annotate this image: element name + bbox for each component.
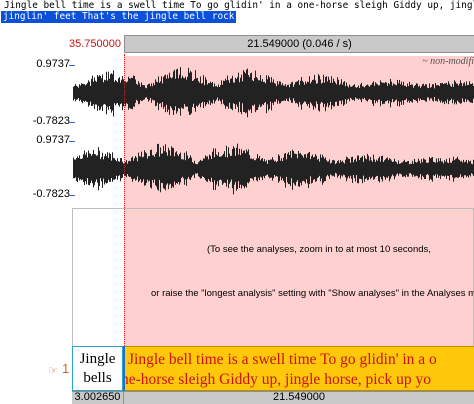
transcript-selected-text[interactable]: jinglin' feet That's the jingle bell roc… <box>1 11 237 23</box>
interval-jingle-bells[interactable]: Jingle bells <box>72 346 123 391</box>
waveform-channel-1[interactable] <box>73 62 474 124</box>
interval-boundary[interactable] <box>123 346 125 391</box>
tier-number: 1 <box>62 361 70 376</box>
bottom-left-time[interactable]: 3.002650 <box>72 391 123 404</box>
channel1-min-label: -0.7823 <box>32 115 70 127</box>
analysis-message-line-2: or raise the "longest analysis" setting … <box>151 288 474 299</box>
selected-interval[interactable]: Jingle bell time is a swell time To go g… <box>123 346 474 391</box>
waveform-channel-2[interactable] <box>73 138 474 200</box>
channel2-min-label: -0.7823 <box>32 188 70 200</box>
channel1-max-label: 0.9737 <box>36 58 70 70</box>
selected-interval-line-2: ne-horse sleigh Giddy up, jingle horse, … <box>123 371 431 388</box>
window-start-time: 35.750000 <box>69 38 121 50</box>
analysis-panel[interactable] <box>72 208 474 349</box>
analysis-message-line-1: (To see the analyses, zoom in to at most… <box>207 244 431 255</box>
channel2-max-label: 0.9737 <box>36 134 70 146</box>
bottom-selection-time[interactable]: 21.549000 <box>124 391 474 404</box>
transcript-text-area[interactable]: Jingle bell time is a swell time To go g… <box>0 0 474 34</box>
selected-interval-line-1: Jingle bell time is a swell time To go g… <box>128 351 437 368</box>
selection-duration-bar[interactable]: 21.549000 (0.046 / s) <box>124 35 474 53</box>
tier-pointer-icon: ☞ <box>48 364 58 377</box>
